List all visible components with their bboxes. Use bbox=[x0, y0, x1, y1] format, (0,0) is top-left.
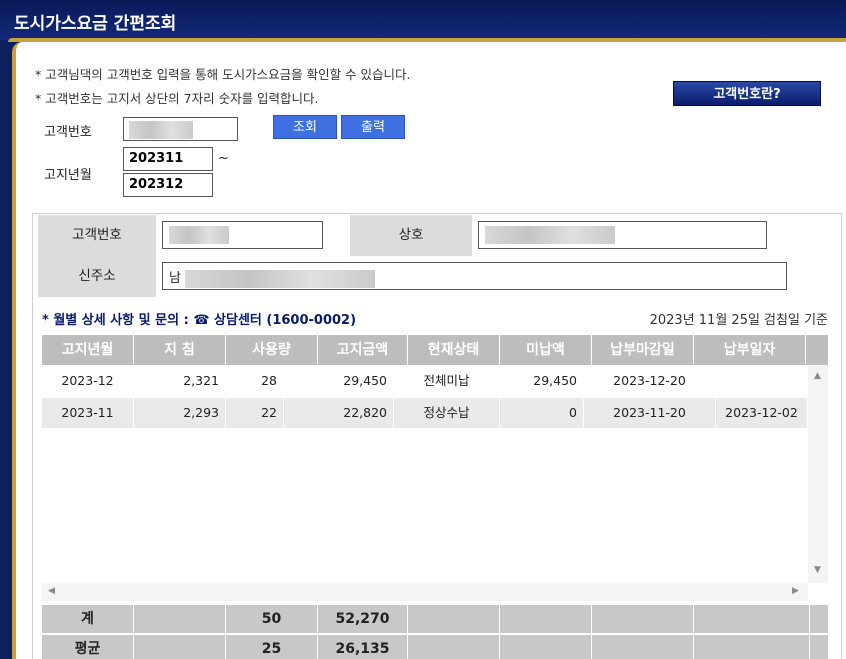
scroll-left-icon[interactable]: ◀ bbox=[48, 586, 55, 596]
info-address-value: 남 bbox=[162, 262, 787, 290]
cell-unpaid: 29,450 bbox=[500, 366, 584, 396]
masked-company bbox=[485, 226, 615, 244]
what-is-customer-no-button[interactable]: 고객번호란? bbox=[673, 81, 821, 106]
summary-empty bbox=[592, 635, 694, 659]
summary-empty bbox=[500, 605, 592, 633]
summary-empty bbox=[408, 635, 500, 659]
summary-total-label: 계 bbox=[42, 605, 134, 633]
period-from-input[interactable]: 202311 bbox=[123, 147, 213, 171]
customer-no-label: 고객번호 bbox=[44, 125, 92, 140]
search-button[interactable]: 조회 bbox=[273, 115, 337, 139]
col-due-date: 납부마감일 bbox=[592, 335, 694, 365]
cell-meter: 2,321 bbox=[134, 366, 226, 396]
period-separator: ~ bbox=[218, 151, 229, 166]
scroll-up-icon[interactable]: ▲ bbox=[814, 371, 821, 381]
cell-amount: 29,450 bbox=[284, 366, 394, 396]
masked-customer-no bbox=[129, 121, 193, 139]
summary-row-total: 계 50 52,270 bbox=[42, 605, 828, 633]
notice-1: * 고객님댁의 고객번호 입력을 통해 도시가스요금을 확인할 수 있습니다. bbox=[35, 67, 411, 82]
summary-empty bbox=[500, 635, 592, 659]
col-status: 현재상태 bbox=[408, 335, 500, 365]
col-unpaid: 미납액 bbox=[500, 335, 592, 365]
col-paid-date: 납부일자 bbox=[694, 335, 806, 365]
summary-total-amount: 52,270 bbox=[318, 605, 408, 633]
cell-due-date: 2023-11-20 bbox=[584, 398, 716, 428]
table-header: 고지년월 지 침 사용량 고지금액 현재상태 미납액 납부마감일 납부일자 bbox=[42, 335, 828, 365]
period-label: 고지년월 bbox=[44, 168, 92, 183]
section-title: * 월별 상세 사항 및 문의 : ☎ 상담센터 (1600-0002) bbox=[42, 313, 357, 328]
col-meter: 지 침 bbox=[134, 335, 226, 365]
masked-info-customer-no bbox=[169, 226, 229, 244]
cell-period: 2023-12 bbox=[42, 366, 134, 396]
col-period: 고지년월 bbox=[42, 335, 134, 365]
col-amount: 고지금액 bbox=[318, 335, 408, 365]
info-address-label: 신주소 bbox=[38, 256, 156, 297]
page-title: 도시가스요금 간편조회 bbox=[0, 0, 846, 40]
table-row[interactable]: 2023-11 2,293 22 22,820 정상수납 0 2023-11-2… bbox=[42, 398, 808, 428]
summary-average-amount: 26,135 bbox=[318, 635, 408, 659]
cell-status: 전체미납 bbox=[394, 366, 500, 396]
horizontal-scrollbar[interactable]: ◀ ▶ bbox=[42, 583, 808, 601]
summary-empty bbox=[134, 605, 226, 633]
summary-empty bbox=[408, 605, 500, 633]
notice-2: * 고객번호는 고지서 상단의 7자리 숫자를 입력합니다. bbox=[35, 91, 319, 106]
cell-paid-date: 2023-12-02 bbox=[716, 398, 808, 428]
customer-no-input[interactable] bbox=[123, 117, 238, 141]
summary-average-label: 평균 bbox=[42, 635, 134, 659]
summary-empty bbox=[694, 635, 810, 659]
scroll-down-icon[interactable]: ▼ bbox=[814, 565, 821, 575]
vertical-scrollbar[interactable]: ▲ ▼ bbox=[808, 365, 828, 583]
summary-average-usage: 25 bbox=[226, 635, 318, 659]
cell-amount: 22,820 bbox=[284, 398, 394, 428]
cell-period: 2023-11 bbox=[42, 398, 134, 428]
cell-usage: 28 bbox=[226, 366, 284, 396]
cell-meter: 2,293 bbox=[134, 398, 226, 428]
summary-row-average: 평균 25 26,135 bbox=[42, 635, 828, 659]
meter-reading-basis: 2023년 11월 25일 검침일 기준 bbox=[649, 313, 828, 328]
scroll-right-icon[interactable]: ▶ bbox=[792, 586, 799, 596]
summary-total-usage: 50 bbox=[226, 605, 318, 633]
col-usage: 사용량 bbox=[226, 335, 318, 365]
period-to-input[interactable]: 202312 bbox=[123, 173, 213, 197]
table-row[interactable]: 2023-12 2,321 28 29,450 전체미납 29,450 2023… bbox=[42, 366, 808, 396]
summary-empty bbox=[134, 635, 226, 659]
cell-unpaid: 0 bbox=[500, 398, 584, 428]
masked-address bbox=[185, 269, 376, 288]
cell-due-date: 2023-12-20 bbox=[584, 366, 716, 396]
summary-empty bbox=[592, 605, 694, 633]
cell-paid-date bbox=[716, 366, 808, 396]
info-company-label: 상호 bbox=[350, 215, 472, 256]
summary-empty bbox=[694, 605, 810, 633]
cell-usage: 22 bbox=[226, 398, 284, 428]
info-customer-no-label: 고객번호 bbox=[38, 215, 156, 256]
cell-status: 정상수납 bbox=[394, 398, 500, 428]
info-company-value bbox=[478, 221, 767, 249]
address-text: 남 bbox=[169, 271, 181, 286]
print-button[interactable]: 출력 bbox=[341, 115, 405, 139]
info-customer-no-value bbox=[162, 221, 323, 249]
